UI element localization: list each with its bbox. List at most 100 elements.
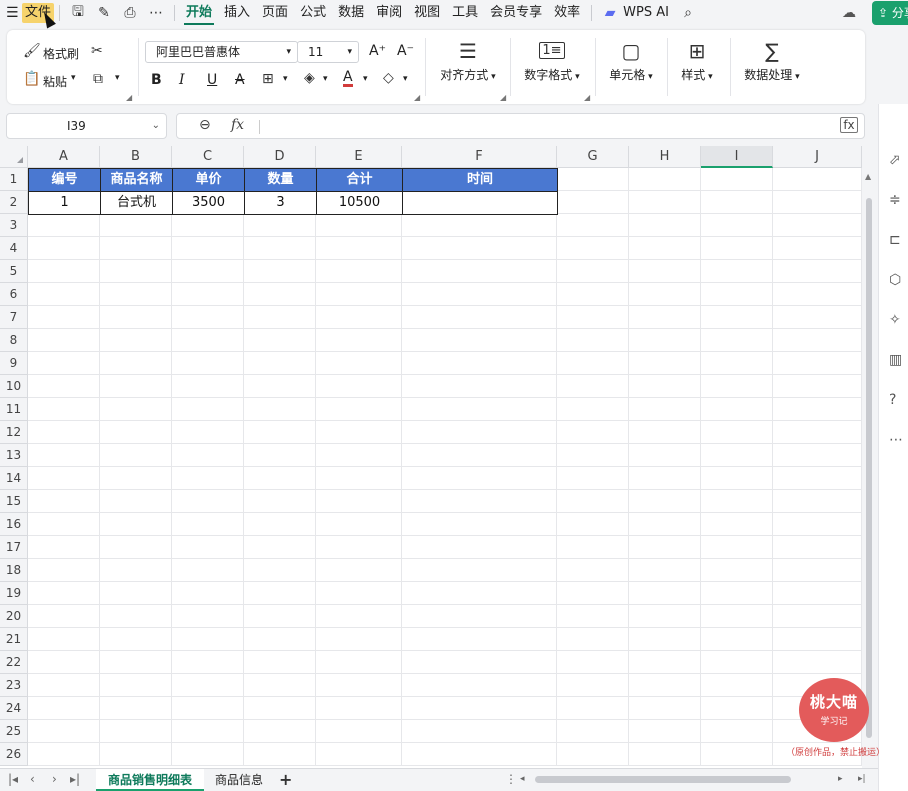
styles-button[interactable]: ⊞ 样式 ▾ <box>673 36 721 83</box>
row-header-11[interactable]: 11 <box>0 398 28 421</box>
adjust-icon[interactable]: ≑ <box>889 192 901 208</box>
font-name-select[interactable]: 阿里巴巴普惠体 ▾ <box>145 41 298 63</box>
row-header-6[interactable]: 6 <box>0 283 28 306</box>
header-cell[interactable]: 时间 <box>402 168 558 192</box>
share-button[interactable]: ⇪ 分享 <box>872 1 908 25</box>
row-header-15[interactable]: 15 <box>0 490 28 513</box>
italic-button[interactable]: I <box>179 72 185 88</box>
align-launcher-icon[interactable]: ◢ <box>500 93 506 102</box>
grow-font-button[interactable]: A⁺ <box>369 43 386 59</box>
zoom-icon[interactable]: ⊖ <box>199 117 211 133</box>
font-color-button[interactable]: A <box>343 70 353 87</box>
row-header-2[interactable]: 2 <box>0 191 28 214</box>
column-header-i[interactable]: I <box>701 146 773 168</box>
scroll-up-icon[interactable]: ▲ <box>865 172 871 181</box>
tab-scroll-more-icon[interactable]: ⋮ <box>505 772 517 786</box>
column-header-f[interactable]: F <box>402 146 557 168</box>
tab-data[interactable]: 数据 <box>332 0 370 26</box>
print-icon[interactable]: ⎙ <box>117 5 143 21</box>
wps-ai-button[interactable]: WPS AI <box>623 0 675 26</box>
column-header-b[interactable]: B <box>100 146 172 168</box>
shrink-font-button[interactable]: A⁻ <box>397 43 414 59</box>
row-header-4[interactable]: 4 <box>0 237 28 260</box>
column-header-c[interactable]: C <box>172 146 244 168</box>
data-cell[interactable] <box>402 191 558 215</box>
data-cell[interactable]: 10500 <box>316 191 403 215</box>
scroll-right-icon[interactable]: ▸ <box>838 774 843 784</box>
tab-home[interactable]: 开始 <box>180 0 218 26</box>
row-header-20[interactable]: 20 <box>0 605 28 628</box>
row-header-8[interactable]: 8 <box>0 329 28 352</box>
fill-dropdown-icon[interactable]: ▾ <box>323 74 328 84</box>
font-color-dropdown-icon[interactable]: ▾ <box>363 74 368 84</box>
search-icon[interactable]: ⌕ <box>675 5 701 21</box>
column-header-d[interactable]: D <box>244 146 316 168</box>
number-launcher-icon[interactable]: ◢ <box>584 93 590 102</box>
row-header-9[interactable]: 9 <box>0 352 28 375</box>
data-cell[interactable]: 台式机 <box>100 191 173 215</box>
row-header-21[interactable]: 21 <box>0 628 28 651</box>
pen-icon[interactable]: ✎ <box>91 5 117 21</box>
cut-icon[interactable]: ✂ <box>91 43 103 59</box>
last-sheet-icon[interactable]: ▸| <box>70 772 80 786</box>
more-icon[interactable]: ⋯ <box>889 432 903 448</box>
copy-icon[interactable]: ⧉ <box>93 71 103 87</box>
row-header-13[interactable]: 13 <box>0 444 28 467</box>
prev-sheet-icon[interactable]: ‹ <box>30 772 35 786</box>
column-header-a[interactable]: A <box>28 146 100 168</box>
row-header-10[interactable]: 10 <box>0 375 28 398</box>
row-header-23[interactable]: 23 <box>0 674 28 697</box>
tab-page[interactable]: 页面 <box>256 0 294 26</box>
column-header-g[interactable]: G <box>557 146 629 168</box>
tab-member[interactable]: 会员专享 <box>484 0 548 26</box>
scroll-left-icon[interactable]: ◂ <box>520 774 525 784</box>
row-header-5[interactable]: 5 <box>0 260 28 283</box>
insert-function-icon[interactable]: fx <box>840 117 858 133</box>
fx-icon[interactable]: fx <box>231 117 244 133</box>
row-header-18[interactable]: 18 <box>0 559 28 582</box>
tab-formula[interactable]: 公式 <box>294 0 332 26</box>
hamburger-menu-icon[interactable]: ☰ <box>0 0 20 26</box>
help-icon[interactable]: ? <box>889 392 896 408</box>
add-sheet-button[interactable]: + <box>279 770 292 789</box>
row-header-24[interactable]: 24 <box>0 697 28 720</box>
clear-dropdown-icon[interactable]: ▾ <box>403 74 408 84</box>
shape-icon[interactable]: ⬡ <box>889 272 901 288</box>
spreadsheet-grid[interactable]: A B C D E F G H I J 1 2 3 4 5 6 7 8 9 10 11 12 13 14 15 16 17 18 19 2… <box>0 146 862 768</box>
row-header-25[interactable]: 25 <box>0 720 28 743</box>
data-cell[interactable]: 3500 <box>172 191 245 215</box>
row-header-17[interactable]: 17 <box>0 536 28 559</box>
row-header-12[interactable]: 12 <box>0 421 28 444</box>
header-cell[interactable]: 单价 <box>172 168 245 192</box>
data-cell[interactable]: 3 <box>244 191 317 215</box>
tab-insert[interactable]: 插入 <box>218 0 256 26</box>
font-launcher-icon[interactable]: ◢ <box>414 93 420 102</box>
scroll-end-icon[interactable]: ▸| <box>858 774 866 784</box>
row-header-19[interactable]: 19 <box>0 582 28 605</box>
vertical-scroll-thumb[interactable] <box>866 198 872 738</box>
first-sheet-icon[interactable]: |◂ <box>8 772 18 786</box>
row-header-1[interactable]: 1 <box>0 168 28 191</box>
header-cell[interactable]: 合计 <box>316 168 403 192</box>
tab-tools[interactable]: 工具 <box>446 0 484 26</box>
column-header-h[interactable]: H <box>629 146 701 168</box>
row-header-22[interactable]: 22 <box>0 651 28 674</box>
tools-icon[interactable]: ✧ <box>889 312 901 328</box>
chevron-down-icon[interactable]: ⌄ <box>152 114 160 138</box>
row-header-7[interactable]: 7 <box>0 306 28 329</box>
header-cell[interactable]: 编号 <box>28 168 101 192</box>
copy-dropdown-icon[interactable]: ▾ <box>115 73 120 83</box>
strikethrough-button[interactable]: A <box>235 72 245 88</box>
sheet-tab-product-info[interactable]: 商品信息 <box>203 769 275 791</box>
header-cell[interactable]: 数量 <box>244 168 317 192</box>
header-cell[interactable]: 商品名称 <box>100 168 173 192</box>
cells-button[interactable]: ▢ 单元格 ▾ <box>603 36 659 83</box>
tab-view[interactable]: 视图 <box>408 0 446 26</box>
horizontal-scroll-thumb[interactable] <box>535 776 791 783</box>
layout-icon[interactable]: ⊏ <box>889 232 901 248</box>
clipboard-launcher-icon[interactable]: ◢ <box>126 93 132 102</box>
name-box[interactable]: I39 ⌄ <box>6 113 167 139</box>
align-button[interactable]: ☰ 对齐方式 ▾ <box>435 36 501 83</box>
sheet-tab-sales-detail[interactable]: 商品销售明细表 <box>96 769 205 791</box>
column-header-j[interactable]: J <box>773 146 862 168</box>
